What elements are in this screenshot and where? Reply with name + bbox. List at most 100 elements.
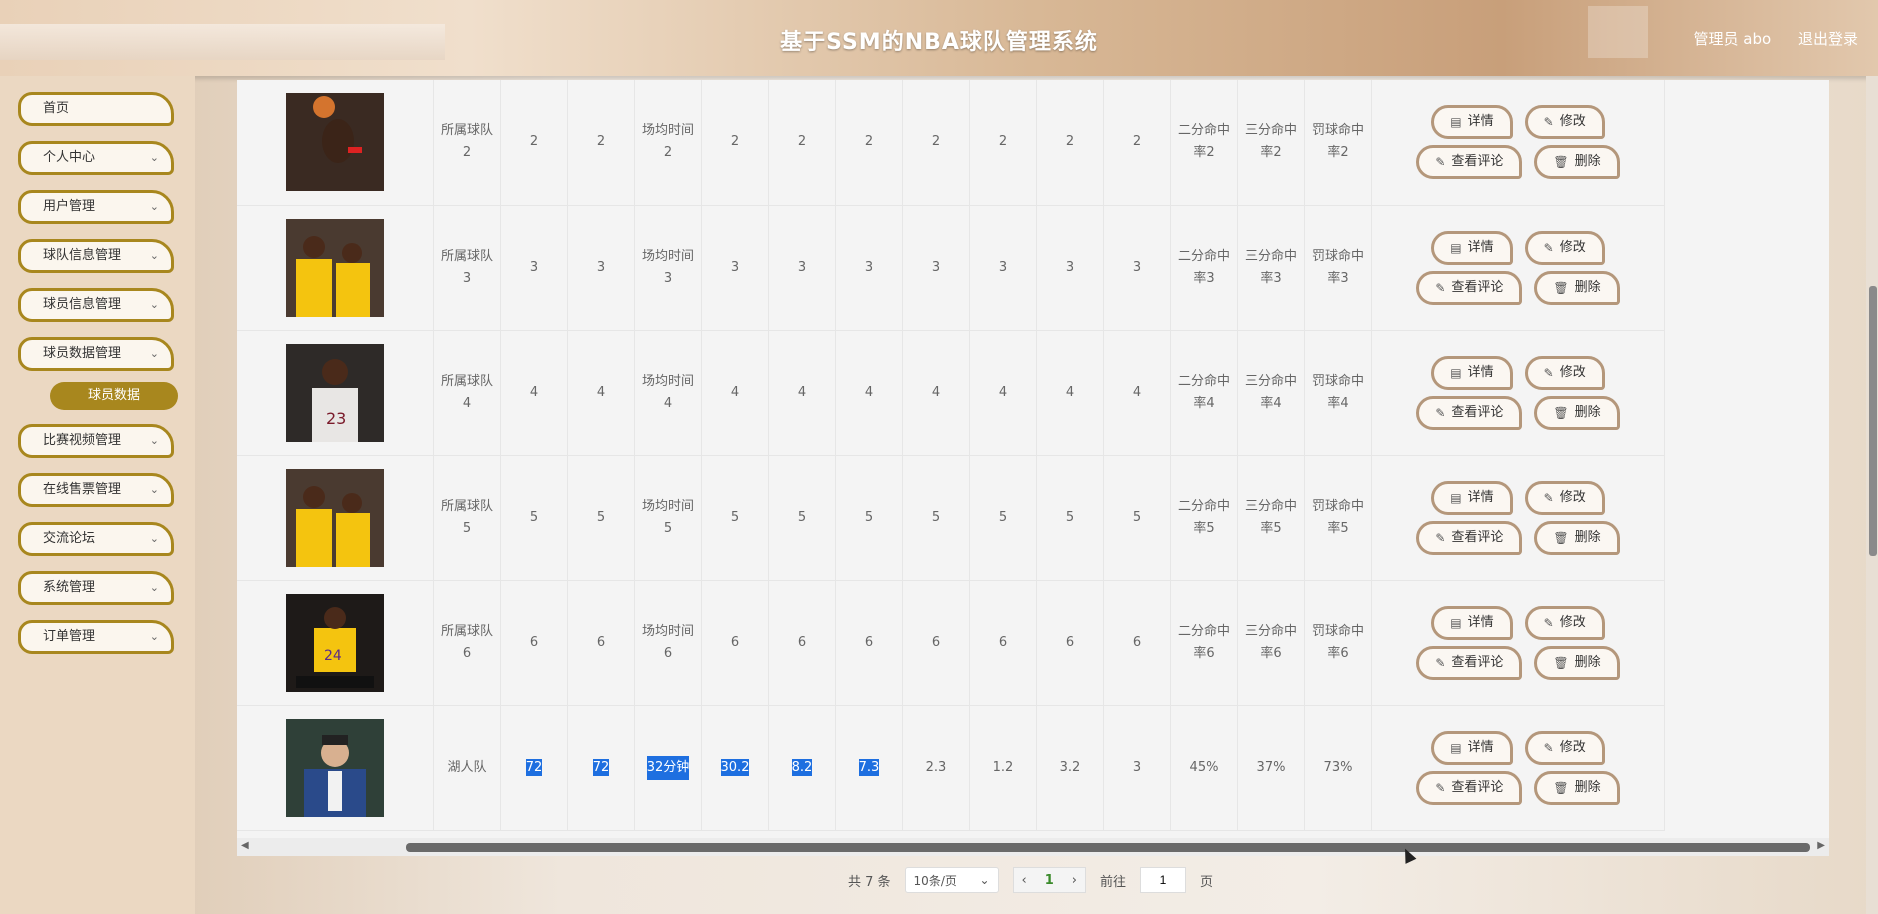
view-comments-button[interactable]: ✎ 查看评论	[1416, 645, 1523, 680]
sidebar-item[interactable]: 用户管理 ⌄	[18, 190, 174, 224]
sidebar-item[interactable]: 球员数据管理 ⌄	[18, 337, 174, 371]
table-cell: 场均时间6	[634, 580, 702, 706]
table-cell: 6	[768, 580, 836, 706]
button-label: 详情	[1467, 739, 1494, 755]
button-label: 删除	[1574, 404, 1601, 420]
sidebar-item[interactable]: 在线售票管理 ⌄	[18, 473, 174, 507]
edit-button[interactable]: ✎ 修改	[1524, 230, 1605, 265]
edit-button[interactable]: ✎ 修改	[1524, 605, 1605, 640]
view-comments-button[interactable]: ✎ 查看评论	[1416, 145, 1523, 180]
table-cell: 3	[768, 205, 836, 331]
edit-button[interactable]: ✎ 修改	[1524, 730, 1605, 765]
cell-value: 2	[1132, 134, 1142, 150]
pencil-icon: ✎	[1435, 530, 1446, 545]
table-cell: 二分命中率4	[1170, 330, 1238, 456]
cell-value: 6	[931, 634, 941, 650]
delete-button[interactable]: 🗑 删除	[1534, 395, 1620, 430]
photo-cell: 24	[237, 580, 434, 706]
player-photo: 24	[286, 593, 384, 692]
table-row: 23 所属球队4 4 4 场均时间4 4 4 4 4 4 4 4 二分命中率4 三分命中率4 罚球命中率4 ▤…	[237, 330, 1665, 456]
delete-button[interactable]: 🗑 删除	[1534, 770, 1620, 805]
edit-button[interactable]: ✎ 修改	[1524, 105, 1605, 140]
chevron-down-icon: ⌄	[979, 873, 990, 887]
sidebar-item[interactable]: 系统管理 ⌄	[18, 571, 174, 605]
table-cell: 二分命中率5	[1170, 455, 1238, 581]
table-cell: 2	[902, 80, 970, 206]
sidebar-item[interactable]: 交流论坛 ⌄	[18, 522, 174, 556]
actions-cell: ▤ 详情 ✎ 修改 ✎ 查看评论 🗑 删除	[1371, 580, 1665, 706]
pencil-icon: ✎	[1435, 405, 1446, 420]
table-cell: 2	[1036, 80, 1104, 206]
delete-button[interactable]: 🗑 删除	[1534, 645, 1620, 680]
table-cell: 2	[567, 80, 635, 206]
document-icon: ▤	[1450, 615, 1462, 630]
table-cell: 3	[1036, 205, 1104, 331]
detail-button[interactable]: ▤ 详情	[1431, 230, 1513, 265]
sidebar-item[interactable]: 订单管理 ⌄	[18, 620, 174, 654]
view-comments-button[interactable]: ✎ 查看评论	[1416, 270, 1523, 305]
logout-button[interactable]: 退出登录	[1798, 30, 1858, 48]
table-cell: 2	[1103, 80, 1171, 206]
detail-button[interactable]: ▤ 详情	[1431, 730, 1513, 765]
table-cell: 4	[1103, 330, 1171, 456]
current-page-number[interactable]: 1	[1045, 873, 1054, 888]
detail-button[interactable]: ▤ 详情	[1431, 355, 1513, 390]
sidebar-subitem-active[interactable]: 球员数据	[50, 382, 178, 410]
cell-value: 所属球队4	[440, 373, 493, 411]
view-comments-button[interactable]: ✎ 查看评论	[1416, 770, 1523, 805]
vertical-scroll-thumb[interactable]	[1869, 286, 1877, 556]
button-label: 详情	[1467, 614, 1494, 630]
horizontal-scroll-thumb[interactable]	[406, 843, 1810, 852]
sidebar-item[interactable]: 球员信息管理 ⌄	[18, 288, 174, 322]
sidebar-item[interactable]: 个人中心 ⌄	[18, 141, 174, 175]
cell-value: 三分命中率5	[1244, 498, 1297, 536]
table-cell: 3	[701, 205, 769, 331]
cell-value: 罚球命中率6	[1311, 623, 1364, 661]
edit-button[interactable]: ✎ 修改	[1524, 355, 1605, 390]
button-label: 查看评论	[1451, 779, 1504, 795]
button-label: 详情	[1467, 489, 1494, 505]
player-stats-table: 所属球队2 2 2 场均时间2 2 2 2 2 2 2 2 二分命中率2 三分命中率2 罚球命中率2 ▤ 详情…	[237, 80, 1665, 831]
view-comments-button[interactable]: ✎ 查看评论	[1416, 520, 1523, 555]
horizontal-scrollbar[interactable]: ◀ ▶	[237, 838, 1829, 856]
sidebar-item[interactable]: 首页	[18, 92, 174, 126]
cell-value: 5	[864, 509, 874, 525]
scroll-right-icon[interactable]: ▶	[1817, 840, 1825, 851]
table-cell: 7.3	[835, 705, 903, 831]
cell-value: 2	[998, 134, 1008, 150]
table-cell: 3	[902, 205, 970, 331]
scroll-left-icon[interactable]: ◀	[241, 840, 249, 851]
vertical-scrollbar[interactable]	[1866, 76, 1878, 914]
sidebar-item[interactable]: 球队信息管理 ⌄	[18, 239, 174, 273]
button-label: 详情	[1467, 114, 1494, 130]
view-comments-button[interactable]: ✎ 查看评论	[1416, 395, 1523, 430]
cell-value: 2	[1065, 134, 1075, 150]
detail-button[interactable]: ▤ 详情	[1431, 605, 1513, 640]
table-cell: 2	[768, 80, 836, 206]
cell-value: 场均时间4	[641, 373, 694, 411]
edit-button[interactable]: ✎ 修改	[1524, 480, 1605, 515]
delete-button[interactable]: 🗑 删除	[1534, 520, 1620, 555]
cell-value: 5	[730, 509, 740, 525]
cell-value: 3	[931, 259, 941, 275]
sidebar-item-label: 比赛视频管理	[43, 433, 122, 448]
cell-value: 2	[931, 134, 941, 150]
next-page-icon[interactable]: ›	[1072, 873, 1077, 888]
delete-button[interactable]: 🗑 删除	[1534, 270, 1620, 305]
table-cell: 37%	[1237, 705, 1305, 831]
table-cell: 5	[768, 455, 836, 581]
sidebar-item-label: 系统管理	[43, 580, 96, 595]
detail-button[interactable]: ▤ 详情	[1431, 480, 1513, 515]
delete-button[interactable]: 🗑 删除	[1534, 145, 1620, 180]
button-label: 修改	[1559, 239, 1586, 255]
table-cell: 罚球命中率3	[1304, 205, 1372, 331]
goto-page-input[interactable]	[1140, 867, 1187, 893]
page-size-select[interactable]: 10条/页 ⌄	[904, 867, 999, 893]
button-label: 查看评论	[1451, 279, 1504, 295]
trash-icon: 🗑	[1553, 530, 1569, 545]
detail-button[interactable]: ▤ 详情	[1431, 105, 1513, 140]
table-cell: 三分命中率6	[1237, 580, 1305, 706]
sidebar-item[interactable]: 比赛视频管理 ⌄	[18, 424, 174, 458]
document-icon: ▤	[1450, 240, 1462, 255]
prev-page-icon[interactable]: ‹	[1022, 873, 1027, 888]
